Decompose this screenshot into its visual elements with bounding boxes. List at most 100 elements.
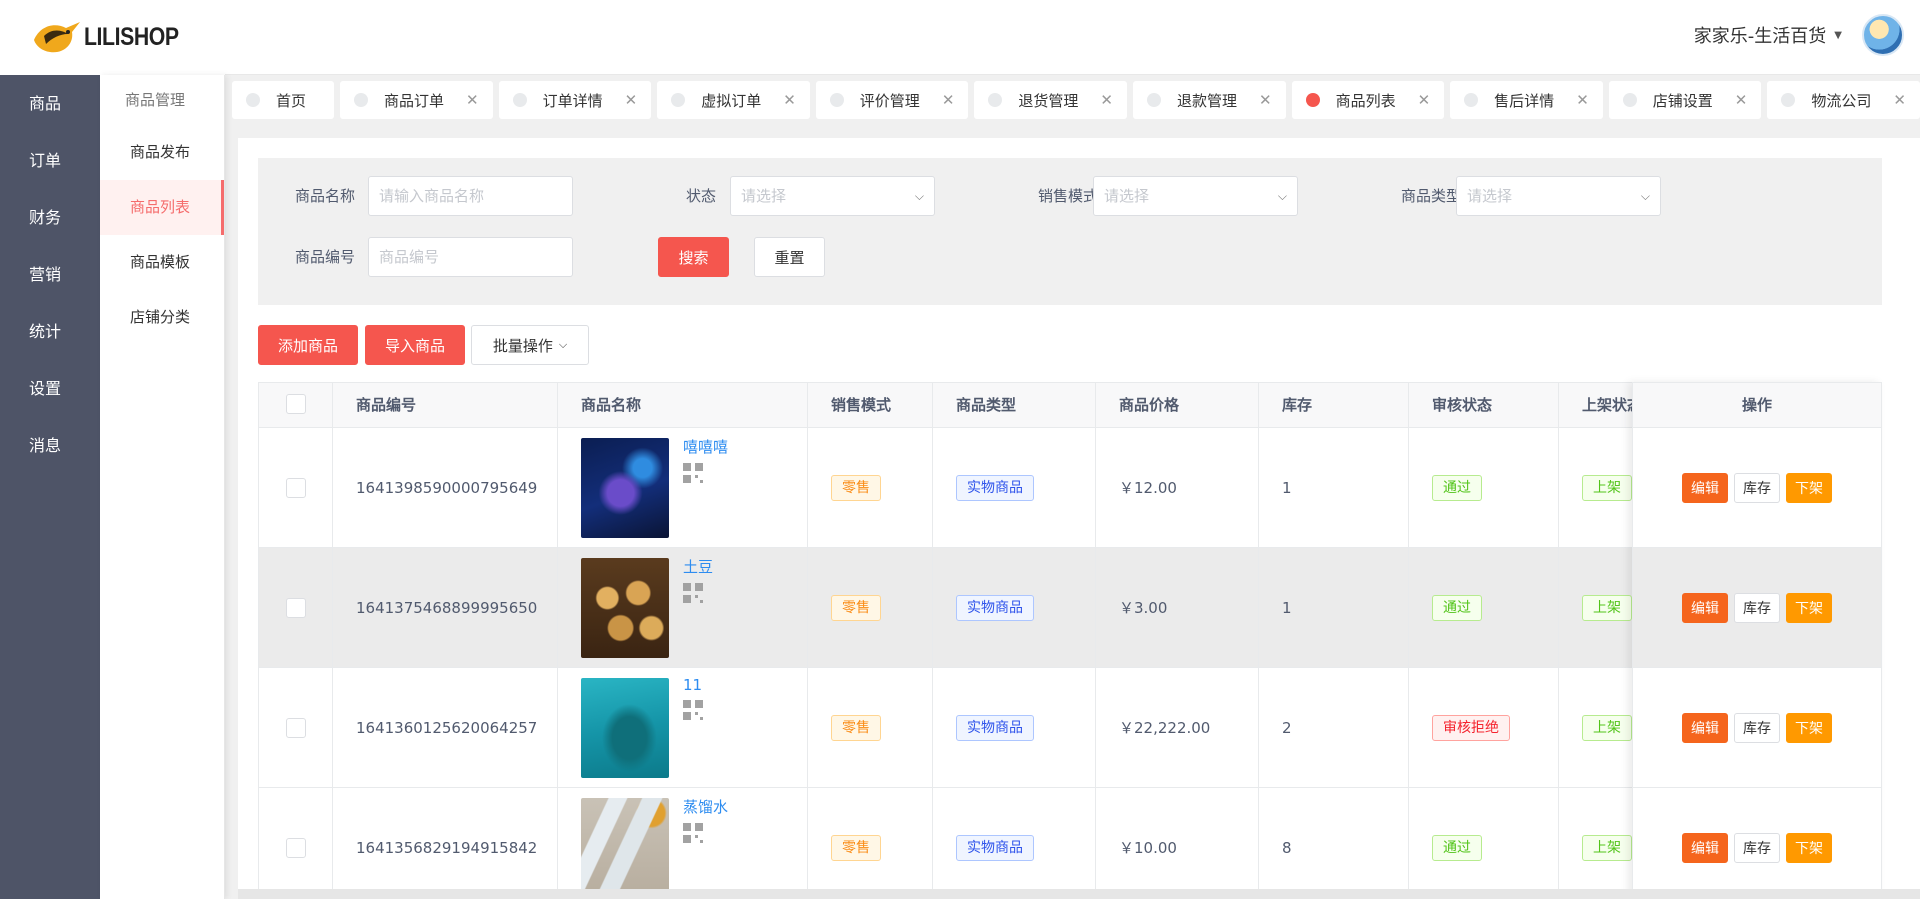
close-icon[interactable]: ✕ bbox=[942, 91, 955, 109]
goods-thumbnail[interactable] bbox=[581, 437, 669, 538]
rail-item[interactable]: 商品 bbox=[0, 75, 100, 132]
tab-label: 物流公司 bbox=[1811, 91, 1872, 110]
goods-thumbnail[interactable] bbox=[581, 557, 669, 658]
take-down-button[interactable]: 下架 bbox=[1786, 832, 1832, 863]
sales-mode-tag: 零售 bbox=[831, 474, 881, 501]
row-checkbox[interactable] bbox=[286, 597, 306, 618]
tab[interactable]: 订单详情 ✕ bbox=[498, 81, 652, 119]
horizontal-scrollbar[interactable] bbox=[238, 889, 1920, 899]
batch-actions-dropdown[interactable]: 批量操作 ⌵ bbox=[471, 325, 589, 365]
stock-button[interactable]: 库存 bbox=[1734, 472, 1780, 503]
sub-nav: 商品管理 商品发布 商品列表 商品模板 店铺分类 bbox=[100, 75, 225, 899]
add-goods-button[interactable]: 添加商品 bbox=[258, 325, 358, 365]
tab[interactable]: 商品订单 ✕ bbox=[340, 81, 493, 119]
tab-status-dot-icon bbox=[246, 93, 260, 107]
stock-button[interactable]: 库存 bbox=[1734, 592, 1780, 623]
close-icon[interactable]: ✕ bbox=[1418, 91, 1431, 109]
status-label: 状态 bbox=[686, 187, 717, 205]
column-header: 库存 bbox=[1259, 383, 1409, 427]
goods-name-link[interactable]: 土豆 bbox=[683, 556, 713, 577]
tab[interactable]: 虚拟订单 ✕ bbox=[657, 81, 810, 119]
tab[interactable]: 退款管理 ✕ bbox=[1132, 81, 1286, 119]
column-header: 操作 bbox=[1633, 382, 1882, 428]
goods-sn: 1641360125620064257 bbox=[333, 668, 558, 787]
brand-logo[interactable]: LILISHOP bbox=[0, 0, 225, 75]
qr-code-icon[interactable] bbox=[683, 823, 703, 843]
tab[interactable]: 退货管理 ✕ bbox=[974, 81, 1127, 119]
logo-text: LILISHOP bbox=[83, 23, 179, 51]
row-checkbox[interactable] bbox=[286, 717, 306, 738]
goods-sn-input[interactable] bbox=[368, 237, 573, 277]
sub-nav-item[interactable]: 店铺分类 bbox=[100, 290, 224, 345]
edit-button[interactable]: 编辑 bbox=[1682, 592, 1728, 623]
rail-item[interactable]: 财务 bbox=[0, 189, 100, 246]
chevron-down-icon: ⌵ bbox=[558, 338, 568, 351]
search-button[interactable]: 搜索 bbox=[658, 237, 729, 277]
close-icon[interactable]: ✕ bbox=[625, 91, 638, 109]
goods-name-block: 蒸馏水 bbox=[683, 796, 728, 843]
status-select[interactable]: 请选择 ⌵ bbox=[730, 176, 935, 216]
edit-button[interactable]: 编辑 bbox=[1682, 472, 1728, 503]
take-down-button[interactable]: 下架 bbox=[1786, 472, 1832, 503]
close-icon[interactable]: ✕ bbox=[1100, 91, 1113, 109]
goods-sn-label: 商品编号 bbox=[295, 248, 356, 266]
tab[interactable]: 评价管理 ✕ bbox=[815, 81, 969, 119]
sub-nav-item[interactable]: 商品模板 bbox=[100, 235, 224, 290]
import-goods-button[interactable]: 导入商品 bbox=[365, 325, 465, 365]
tab[interactable]: 物流公司 ✕ bbox=[1767, 81, 1920, 119]
row-checkbox[interactable] bbox=[286, 837, 306, 858]
qr-code-icon[interactable] bbox=[683, 583, 703, 603]
edit-button[interactable]: 编辑 bbox=[1682, 712, 1728, 743]
sub-nav-item[interactable]: 商品列表 bbox=[100, 180, 224, 235]
qr-code-icon[interactable] bbox=[683, 700, 703, 720]
goods-stock: 2 bbox=[1259, 668, 1409, 787]
goods-name-link[interactable]: 嘻嘻嘻 bbox=[683, 436, 728, 457]
bird-logo-icon bbox=[33, 21, 80, 52]
close-icon[interactable]: ✕ bbox=[1576, 91, 1589, 109]
user-menu[interactable]: 家家乐-生活百货 ▼ bbox=[1694, 14, 1904, 56]
column-header: 上架状态 bbox=[1559, 383, 1634, 427]
sales-mode-tag: 零售 bbox=[831, 834, 881, 861]
goods-name-link[interactable]: 蒸馏水 bbox=[683, 796, 728, 817]
goods-thumbnail[interactable] bbox=[581, 677, 669, 778]
sales-mode-select[interactable]: 请选择 ⌵ bbox=[1093, 176, 1298, 216]
sub-nav-item[interactable]: 商品发布 bbox=[100, 125, 224, 180]
tab[interactable]: 店铺设置 ✕ bbox=[1608, 81, 1762, 119]
caret-down-icon[interactable]: ▼ bbox=[1834, 30, 1842, 41]
take-down-button[interactable]: 下架 bbox=[1786, 712, 1832, 743]
close-icon[interactable]: ✕ bbox=[1893, 91, 1906, 109]
reset-button[interactable]: 重置 bbox=[754, 237, 825, 277]
tab[interactable]: 首页 bbox=[232, 81, 335, 119]
rail-item[interactable]: 设置 bbox=[0, 360, 100, 417]
close-icon[interactable]: ✕ bbox=[466, 91, 479, 109]
goods-thumbnail[interactable] bbox=[581, 797, 669, 889]
sales-mode-cell: 零售 bbox=[808, 548, 933, 667]
stock-button[interactable]: 库存 bbox=[1734, 712, 1780, 743]
rail-item[interactable]: 统计 bbox=[0, 303, 100, 360]
rail-item[interactable]: 营销 bbox=[0, 246, 100, 303]
goods-type-select[interactable]: 请选择 ⌵ bbox=[1456, 176, 1661, 216]
tab[interactable]: 售后详情 ✕ bbox=[1450, 81, 1603, 119]
goods-name-input[interactable] bbox=[368, 176, 573, 216]
select-all-checkbox[interactable] bbox=[286, 394, 306, 414]
column-header: 商品类型 bbox=[933, 383, 1096, 427]
row-checkbox[interactable] bbox=[286, 477, 306, 498]
tab[interactable]: 商品列表 ✕ bbox=[1291, 81, 1445, 119]
stock-button[interactable]: 库存 bbox=[1734, 832, 1780, 863]
edit-button[interactable]: 编辑 bbox=[1682, 832, 1728, 863]
close-icon[interactable]: ✕ bbox=[1735, 91, 1748, 109]
shop-name[interactable]: 家家乐-生活百货 bbox=[1694, 22, 1827, 48]
tab-label: 商品订单 bbox=[384, 91, 445, 110]
goods-name-link[interactable]: 11 bbox=[683, 676, 703, 694]
filter-panel: 商品名称 状态 请选择 ⌵ 销售模式 请选择 ⌵ 商品类型 请选择 ⌵ 商品编号… bbox=[258, 158, 1882, 305]
avatar[interactable] bbox=[1862, 14, 1904, 56]
qr-code-icon[interactable] bbox=[683, 463, 703, 483]
goods-sn: 1641375468899995650 bbox=[333, 548, 558, 667]
close-icon[interactable]: ✕ bbox=[783, 91, 796, 109]
take-down-button[interactable]: 下架 bbox=[1786, 592, 1832, 623]
sales-mode-placeholder: 请选择 bbox=[1104, 187, 1150, 205]
rail-item[interactable]: 订单 bbox=[0, 132, 100, 189]
close-icon[interactable]: ✕ bbox=[1259, 91, 1272, 109]
tab-label: 订单详情 bbox=[542, 91, 603, 110]
rail-item[interactable]: 消息 bbox=[0, 417, 100, 474]
